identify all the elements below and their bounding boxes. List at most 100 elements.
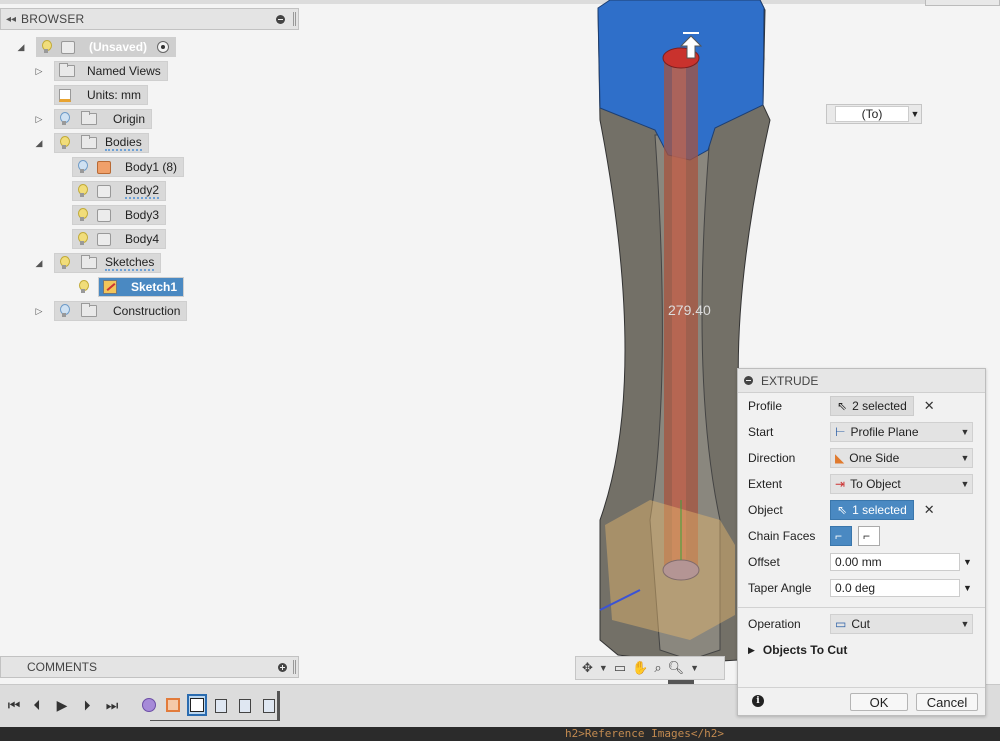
tree-item-construction[interactable]: Construction [54, 301, 188, 321]
tree-item-body3[interactable]: Body3 [72, 205, 167, 225]
objects-to-cut-row[interactable]: ▶ Objects To Cut [748, 639, 978, 661]
tree-item-named-views[interactable]: Named Views [54, 61, 168, 81]
direction-label: Direction [748, 451, 796, 465]
timeline-feature-extrude-2[interactable] [235, 694, 255, 716]
panel-grip[interactable] [293, 660, 296, 674]
visibility-bulb-icon[interactable] [77, 184, 88, 198]
clear-profile-icon[interactable]: ✕ [924, 398, 935, 414]
step-back-icon[interactable]: ⏴ [28, 696, 46, 714]
sketch1-label: Sketch1 [131, 280, 178, 294]
chain-faces-off-button[interactable]: ⌐ [858, 526, 880, 546]
visibility-bulb-icon[interactable] [77, 208, 88, 222]
expand-arrow-icon[interactable]: ◢ [34, 138, 44, 148]
visibility-bulb-icon[interactable] [77, 232, 88, 246]
info-icon[interactable]: i [752, 695, 764, 707]
activate-radio-icon[interactable] [157, 41, 170, 53]
visibility-bulb-icon[interactable] [59, 136, 70, 150]
tree-item-body2[interactable]: Body2 [72, 181, 167, 201]
chevron-down-icon[interactable]: ▼ [599, 663, 608, 673]
sketches-node[interactable]: Sketches [54, 253, 162, 273]
play-icon[interactable]: ▶ [53, 696, 71, 714]
timeline-feature-extrude-3[interactable] [259, 694, 279, 716]
add-comment-icon[interactable] [278, 662, 287, 672]
body4-node[interactable]: Body4 [72, 229, 167, 249]
tree-item-origin[interactable]: Origin [54, 109, 153, 129]
extrude-title: EXTRUDE [761, 373, 819, 388]
direction-dropdown[interactable]: ◣ One Side ▼ [830, 448, 973, 468]
body-icon [97, 232, 111, 246]
expand-arrow-icon[interactable]: ▶ [748, 645, 755, 656]
tree-item-sketches[interactable]: Sketches [54, 253, 162, 273]
chain-faces-on-button[interactable]: ⌐ [830, 526, 852, 546]
body-icon [97, 184, 111, 198]
zoom-icon[interactable]: 🔍︎ [668, 660, 685, 676]
operation-dropdown[interactable]: ▭ Cut ▼ [830, 614, 973, 634]
object-select-button[interactable]: ⇖ 1 selected [830, 500, 914, 520]
chevron-down-icon[interactable]: ▼ [690, 663, 699, 673]
clear-object-icon[interactable]: ✕ [924, 502, 935, 518]
cancel-button[interactable]: Cancel [916, 693, 978, 711]
visibility-bulb-icon[interactable] [41, 40, 52, 54]
object-value: 1 selected [852, 503, 907, 517]
chain-faces-label: Chain Faces [748, 529, 816, 543]
collapsed-arrow-icon[interactable]: ▷ [34, 306, 44, 316]
timeline-feature-component[interactable] [163, 694, 183, 716]
visibility-bulb-icon[interactable] [59, 256, 70, 270]
orbit-icon[interactable]: ✥ [582, 660, 593, 676]
construction-label: Construction [113, 304, 181, 318]
extent-inline-dropdown[interactable]: (To) ▼ [826, 104, 922, 124]
tree-root[interactable]: (Unsaved) [36, 37, 177, 57]
collapsed-arrow-icon[interactable]: ▷ [34, 66, 44, 76]
collapsed-arrow-icon[interactable]: ▷ [34, 114, 44, 124]
body1-node[interactable]: Body1 (8) [72, 157, 185, 177]
timeline-marker[interactable] [277, 691, 285, 721]
visibility-bulb-icon[interactable] [59, 112, 70, 126]
units-node[interactable]: Units: mm [54, 85, 148, 105]
extent-value: To Object [850, 477, 901, 491]
body2-node[interactable]: Body2 [72, 181, 167, 201]
extent-dropdown[interactable]: ⇥ To Object ▼ [830, 474, 973, 494]
visibility-bulb-icon[interactable] [77, 160, 88, 174]
timeline-feature-sphere[interactable] [139, 694, 159, 716]
profile-label: Profile [748, 399, 783, 413]
ok-button[interactable]: OK [850, 693, 908, 711]
go-to-end-icon[interactable]: ⏭ [103, 696, 121, 714]
start-dropdown[interactable]: ⊢ Profile Plane ▼ [830, 422, 973, 442]
sketch1-node[interactable]: Sketch1 [98, 277, 185, 297]
profile-select-button[interactable]: ⇖ 2 selected [830, 396, 914, 416]
dimension-label: 279.40 [668, 302, 711, 318]
panel-collapse-button[interactable] [273, 12, 287, 26]
timeline-feature-extrude-1[interactable] [211, 694, 231, 716]
taper-input[interactable]: 0.0 deg [830, 579, 960, 597]
units-icon [59, 88, 71, 102]
panel-grip[interactable] [293, 12, 296, 26]
bodies-node[interactable]: Bodies [54, 133, 149, 153]
visibility-bulb-icon[interactable] [59, 304, 70, 318]
extrude-dialog-header[interactable]: EXTRUDE [738, 369, 985, 393]
tree-item-sketch1[interactable]: Sketch1 [72, 277, 185, 297]
chevron-down-icon[interactable]: ▼ [963, 557, 972, 567]
chevron-down-icon[interactable]: ▼ [963, 583, 972, 593]
root-node[interactable]: (Unsaved) [36, 37, 177, 57]
named-views-node[interactable]: Named Views [54, 61, 168, 81]
tree-item-body4[interactable]: Body4 [72, 229, 167, 249]
construction-node[interactable]: Construction [54, 301, 188, 321]
expand-arrow-icon[interactable]: ◢ [34, 258, 44, 268]
collapse-panel-icon[interactable]: ◂◂ [1, 14, 21, 25]
tree-item-bodies[interactable]: Bodies [54, 133, 149, 153]
step-forward-icon[interactable]: ⏵ [78, 696, 96, 714]
offset-input[interactable]: 0.00 mm [830, 553, 960, 571]
collapse-dialog-icon[interactable] [744, 376, 753, 385]
go-to-start-icon[interactable]: ⏮ [5, 696, 23, 714]
origin-node[interactable]: Origin [54, 109, 153, 129]
pan-hand-icon[interactable]: ✋ [632, 660, 648, 676]
look-at-icon[interactable]: ▭ [614, 660, 626, 676]
timeline-feature-sketch[interactable] [187, 694, 207, 716]
timeline-group-bracket [150, 718, 280, 721]
body3-node[interactable]: Body3 [72, 205, 167, 225]
expand-arrow-icon[interactable]: ◢ [16, 42, 26, 52]
visibility-bulb-icon[interactable] [78, 280, 89, 294]
zoom-window-icon[interactable]: ⌕ [654, 660, 661, 676]
tree-item-units[interactable]: Units: mm [54, 85, 148, 105]
tree-item-body1[interactable]: Body1 (8) [72, 157, 185, 177]
